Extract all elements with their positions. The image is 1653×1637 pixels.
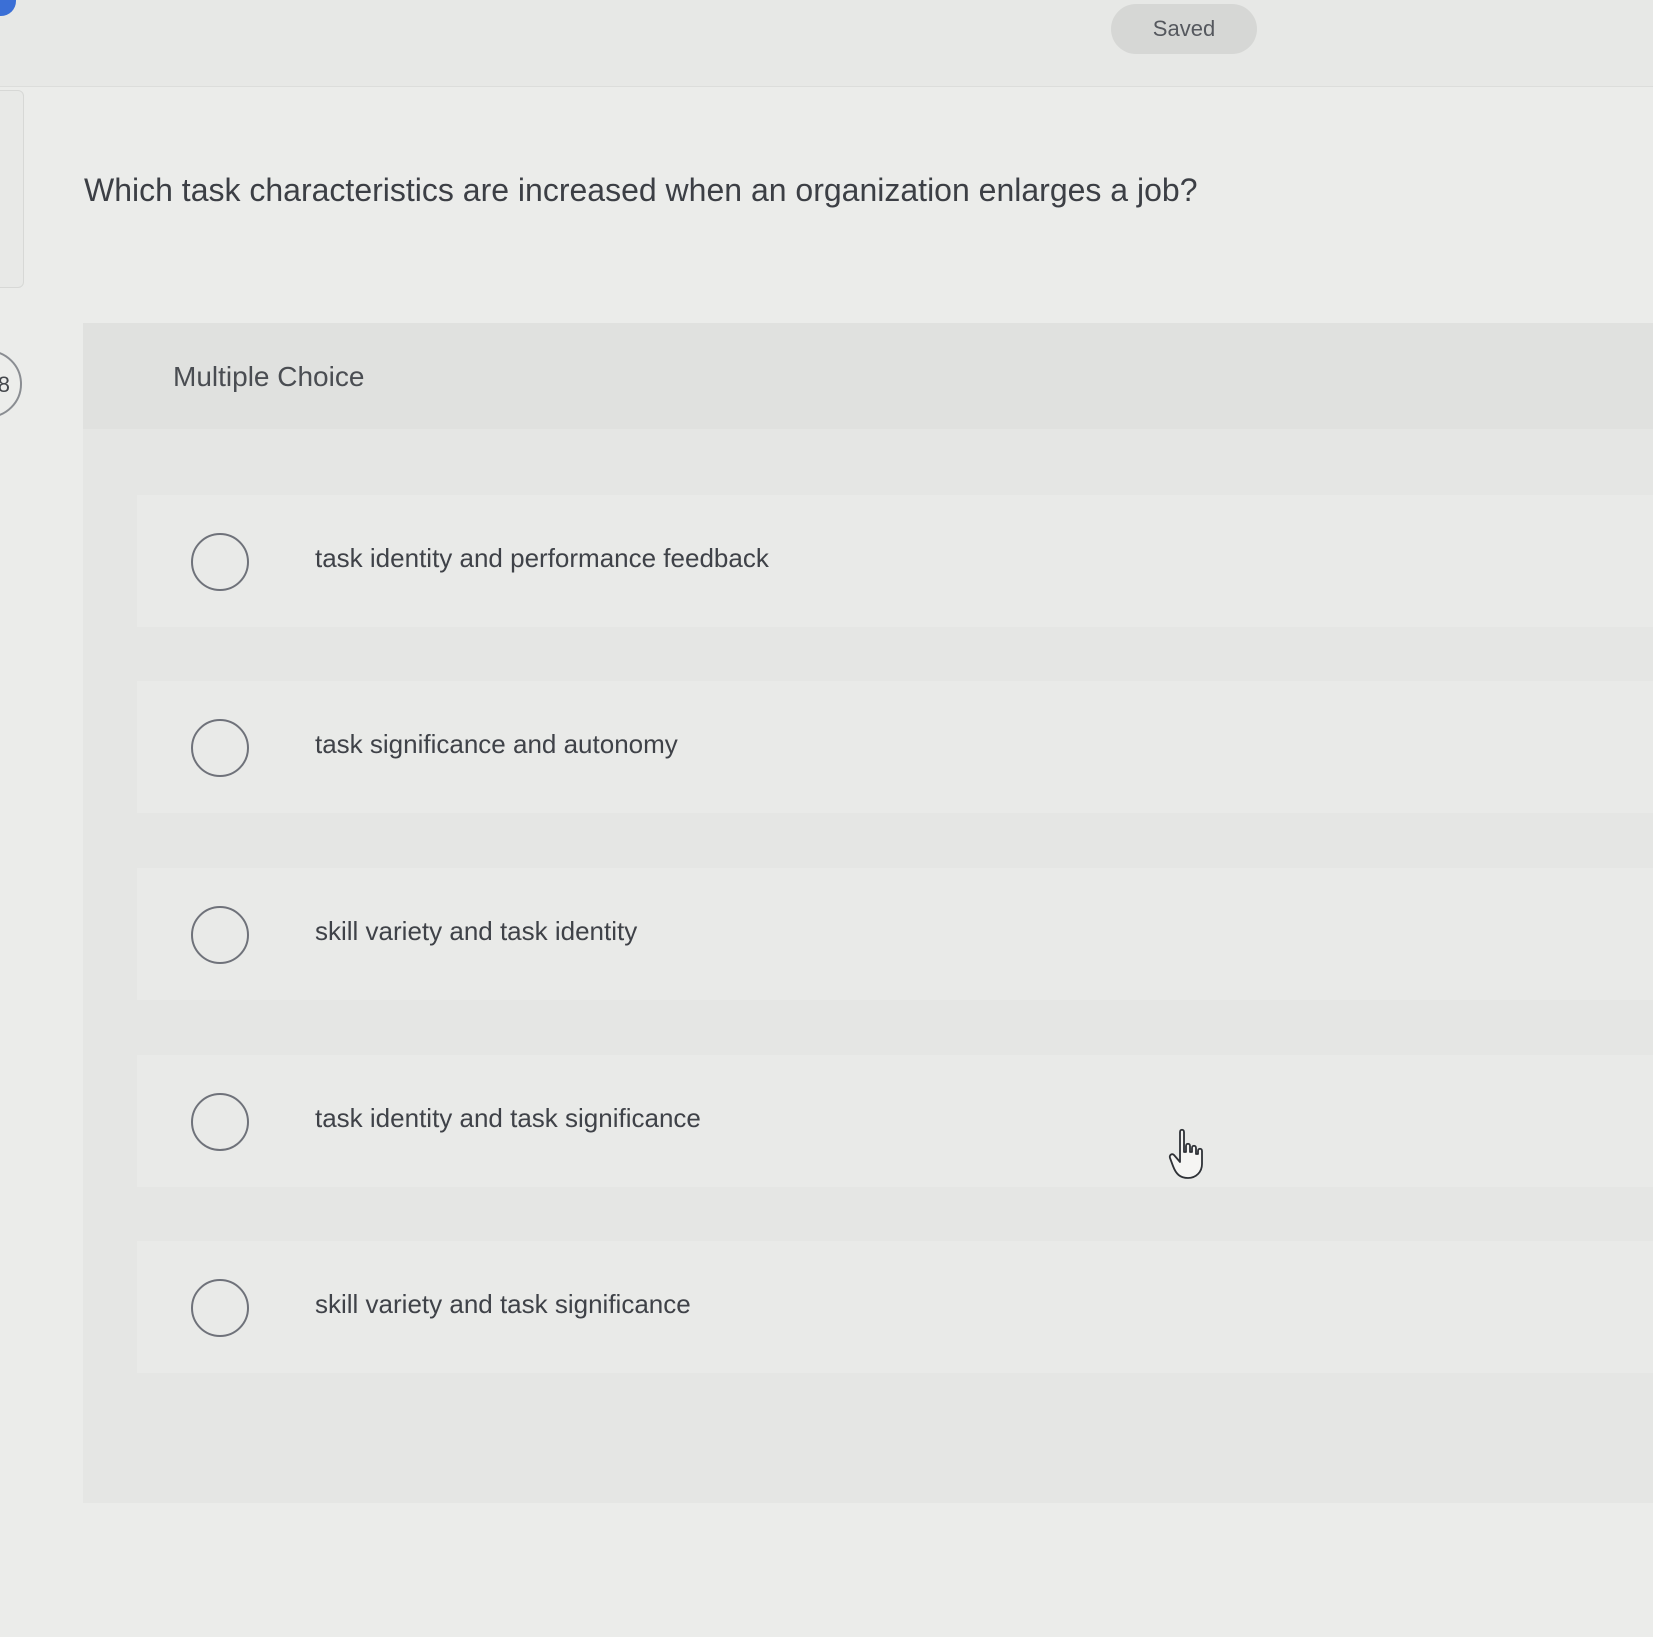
top-bar: Saved bbox=[0, 0, 1653, 87]
answer-option-3[interactable]: skill variety and task identity bbox=[137, 868, 1653, 1000]
answer-option-2[interactable]: task significance and autonomy bbox=[137, 681, 1653, 813]
question-text: Which task characteristics are increased… bbox=[84, 172, 1198, 208]
radio-unchecked-icon[interactable] bbox=[191, 1279, 249, 1337]
radio-unchecked-icon[interactable] bbox=[191, 719, 249, 777]
saved-status-badge: Saved bbox=[1111, 4, 1257, 54]
radio-unchecked-icon[interactable] bbox=[191, 906, 249, 964]
multiple-choice-header: Multiple Choice bbox=[83, 323, 1653, 429]
answer-option-label[interactable]: skill variety and task identity bbox=[315, 916, 637, 947]
answer-option-4[interactable]: task identity and task significance bbox=[137, 1055, 1653, 1187]
hand-pointer-icon bbox=[1168, 1128, 1203, 1179]
multiple-choice-panel: Multiple Choice task identity and perfor… bbox=[83, 323, 1653, 1503]
answer-option-label[interactable]: task identity and performance feedback bbox=[315, 543, 769, 574]
question-number-label: 8 bbox=[0, 372, 10, 397]
answer-option-1[interactable]: task identity and performance feedback bbox=[137, 495, 1653, 627]
answer-option-label[interactable]: skill variety and task significance bbox=[315, 1289, 691, 1320]
question-type-label: Multiple Choice bbox=[173, 361, 365, 392]
answer-option-label[interactable]: task identity and task significance bbox=[315, 1103, 701, 1134]
radio-unchecked-icon[interactable] bbox=[191, 533, 249, 591]
answer-option-5[interactable]: skill variety and task significance bbox=[137, 1241, 1653, 1373]
corner-indicator bbox=[0, 0, 16, 16]
answer-option-label[interactable]: task significance and autonomy bbox=[315, 729, 678, 760]
question-number-badge[interactable]: 8 bbox=[0, 350, 22, 418]
radio-unchecked-icon[interactable] bbox=[191, 1093, 249, 1151]
side-panel-tab[interactable] bbox=[0, 90, 24, 288]
